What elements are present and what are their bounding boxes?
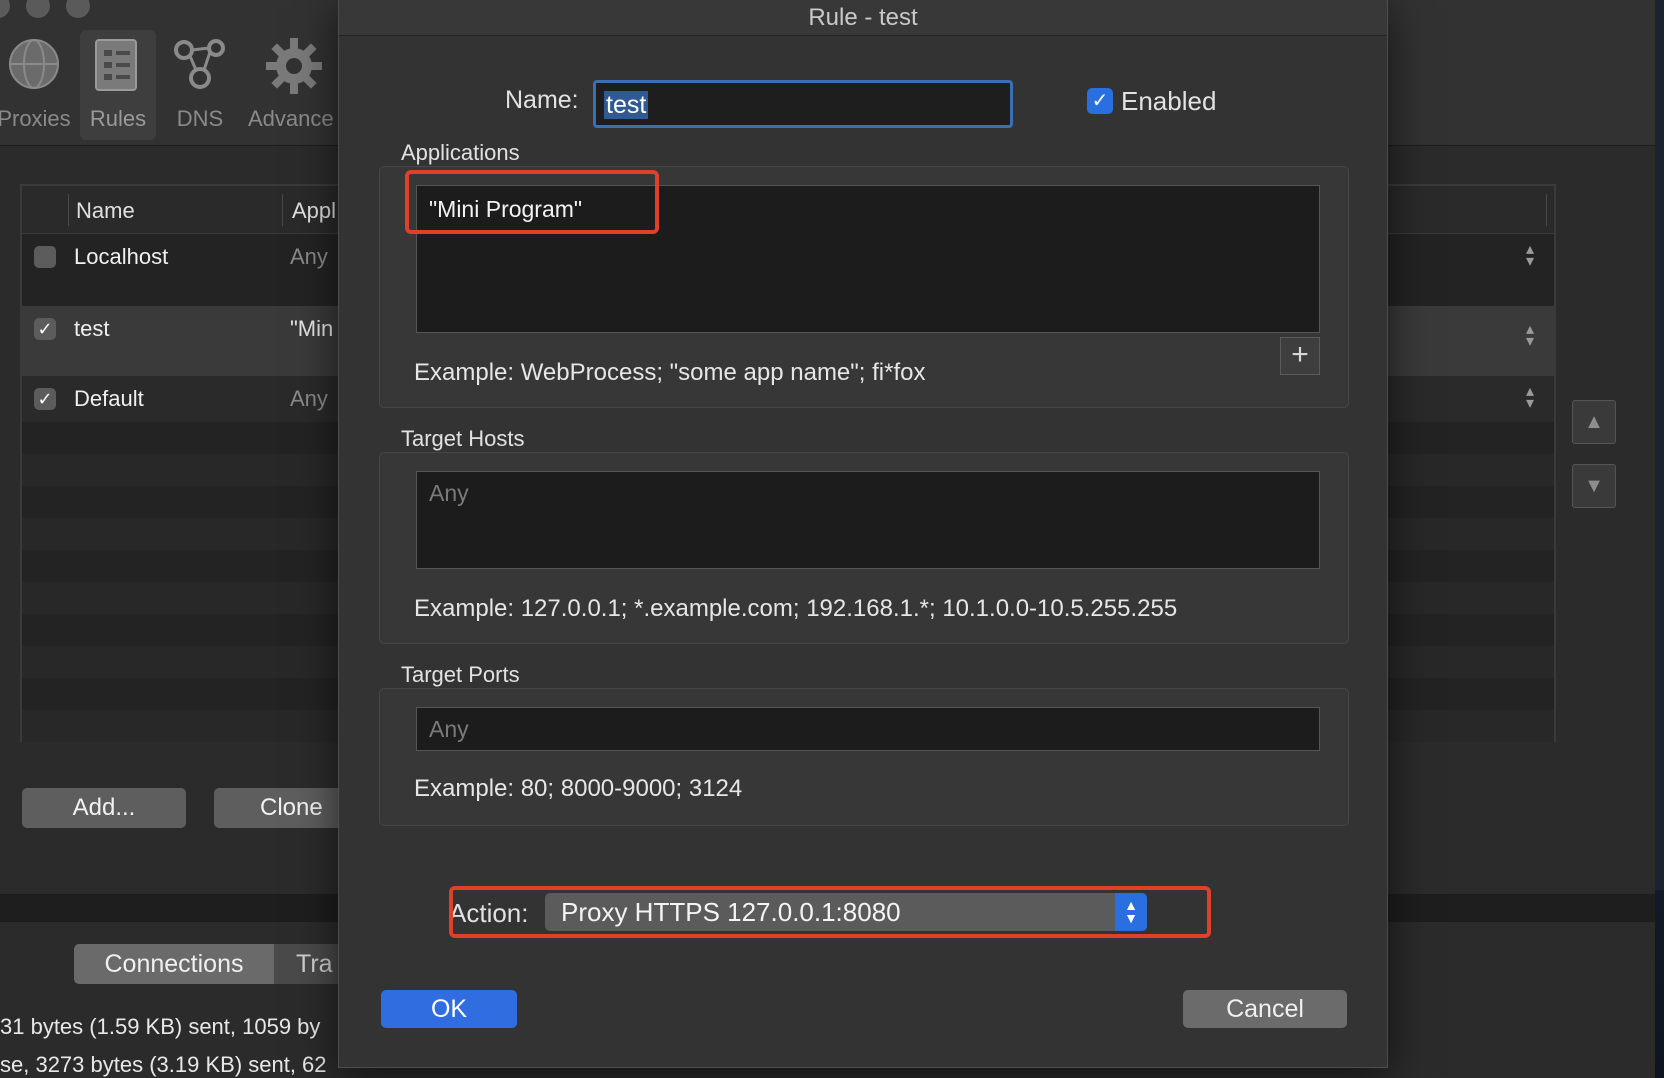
target-ports-group: Any Example: 80; 8000-9000; 3124: [379, 688, 1349, 826]
minimize-window-button[interactable]: [26, 0, 50, 18]
stepper-icon[interactable]: ▴ ▾: [1526, 322, 1534, 350]
toolbar-label: Advance: [248, 106, 334, 131]
globe-icon: [9, 39, 59, 89]
target-ports-example: Example: 80; 8000-9000; 3124: [414, 775, 743, 802]
rule-name: Default: [74, 386, 144, 411]
toolbar-label: DNS: [176, 106, 224, 131]
stepper-icon[interactable]: ▴ ▾: [1526, 384, 1534, 412]
triangle-up-icon: ▲: [1584, 411, 1604, 433]
toolbar-label: Proxies: [0, 106, 71, 131]
name-label: Name:: [505, 86, 579, 114]
dns-network-icon: [174, 39, 225, 89]
triangle-down-icon: ▼: [1584, 475, 1604, 497]
checkmark-icon: ✓: [1091, 90, 1109, 112]
tab-connections[interactable]: Connections: [74, 944, 274, 984]
target-hosts-field[interactable]: Any: [416, 471, 1320, 569]
target-hosts-group: Any Example: 127.0.0.1; *.example.com; 1…: [379, 452, 1349, 644]
toolbar-item-advanced[interactable]: Advance: [248, 30, 340, 140]
rule-enabled-checkbox[interactable]: [34, 246, 56, 268]
add-application-button[interactable]: +: [1280, 337, 1320, 375]
target-hosts-example: Example: 127.0.0.1; *.example.com; 192.1…: [414, 595, 1178, 622]
move-up-button[interactable]: ▲: [1572, 400, 1616, 444]
enabled-label[interactable]: Enabled: [1121, 86, 1216, 117]
target-hosts-placeholder: Any: [429, 480, 469, 506]
rule-name-value: test: [604, 91, 649, 119]
log-entry: 31 bytes (1.59 KB) sent, 1059 by: [0, 1014, 321, 1039]
rule-name: Localhost: [74, 244, 169, 269]
toolbar-label: Rules: [89, 106, 147, 131]
action-highlight: [449, 886, 1211, 938]
column-separator: [282, 194, 283, 226]
target-hosts-label: Target Hosts: [401, 426, 525, 451]
rule-dialog: Rule - test Name: test ✓ Enabled Applica…: [338, 0, 1388, 1068]
target-ports-label: Target Ports: [401, 662, 520, 687]
window-controls: [0, 0, 90, 18]
rule-name-field[interactable]: test: [593, 80, 1013, 128]
applications-label: Applications: [401, 140, 520, 165]
add-rule-button[interactable]: Add...: [22, 788, 186, 828]
move-down-button[interactable]: ▼: [1572, 464, 1616, 508]
toolbar-item-dns[interactable]: DNS: [162, 30, 238, 140]
column-header-name[interactable]: Name: [76, 198, 135, 224]
toolbar-item-rules[interactable]: Rules: [80, 30, 156, 140]
ok-button[interactable]: OK: [381, 990, 517, 1028]
applications-highlight: [405, 170, 659, 234]
close-window-button[interactable]: [0, 0, 10, 18]
cancel-button[interactable]: Cancel: [1183, 990, 1347, 1028]
column-separator: [68, 194, 69, 226]
rule-applications: Any: [290, 386, 328, 411]
rule-name: test: [74, 316, 110, 341]
column-separator: [1546, 194, 1547, 226]
tab-traffic[interactable]: Tra: [274, 944, 344, 984]
applications-example: Example: WebProcess; "some app name"; fi…: [414, 359, 926, 386]
rule-enabled-checkbox[interactable]: ✓: [34, 388, 56, 410]
stepper-icon[interactable]: ▴ ▾: [1526, 242, 1534, 270]
plus-icon: +: [1291, 338, 1309, 371]
log-entry: se, 3273 bytes (3.19 KB) sent, 62: [0, 1052, 327, 1077]
zoom-window-button[interactable]: [66, 0, 90, 18]
clone-rule-button[interactable]: Clone: [214, 788, 344, 828]
target-ports-field[interactable]: Any: [416, 707, 1320, 751]
rules-list-icon: [95, 39, 137, 91]
column-header-applications[interactable]: Appl: [292, 198, 336, 224]
rule-enabled-checkbox[interactable]: ✓: [34, 318, 56, 340]
dialog-title: Rule - test: [339, 0, 1387, 36]
enabled-checkbox[interactable]: ✓: [1087, 88, 1113, 114]
gear-icon: [266, 38, 322, 94]
rule-applications: "Min: [290, 316, 334, 341]
target-ports-placeholder: Any: [429, 716, 469, 742]
rule-applications: Any: [290, 244, 328, 269]
toolbar-item-proxies[interactable]: Proxies: [0, 30, 72, 140]
